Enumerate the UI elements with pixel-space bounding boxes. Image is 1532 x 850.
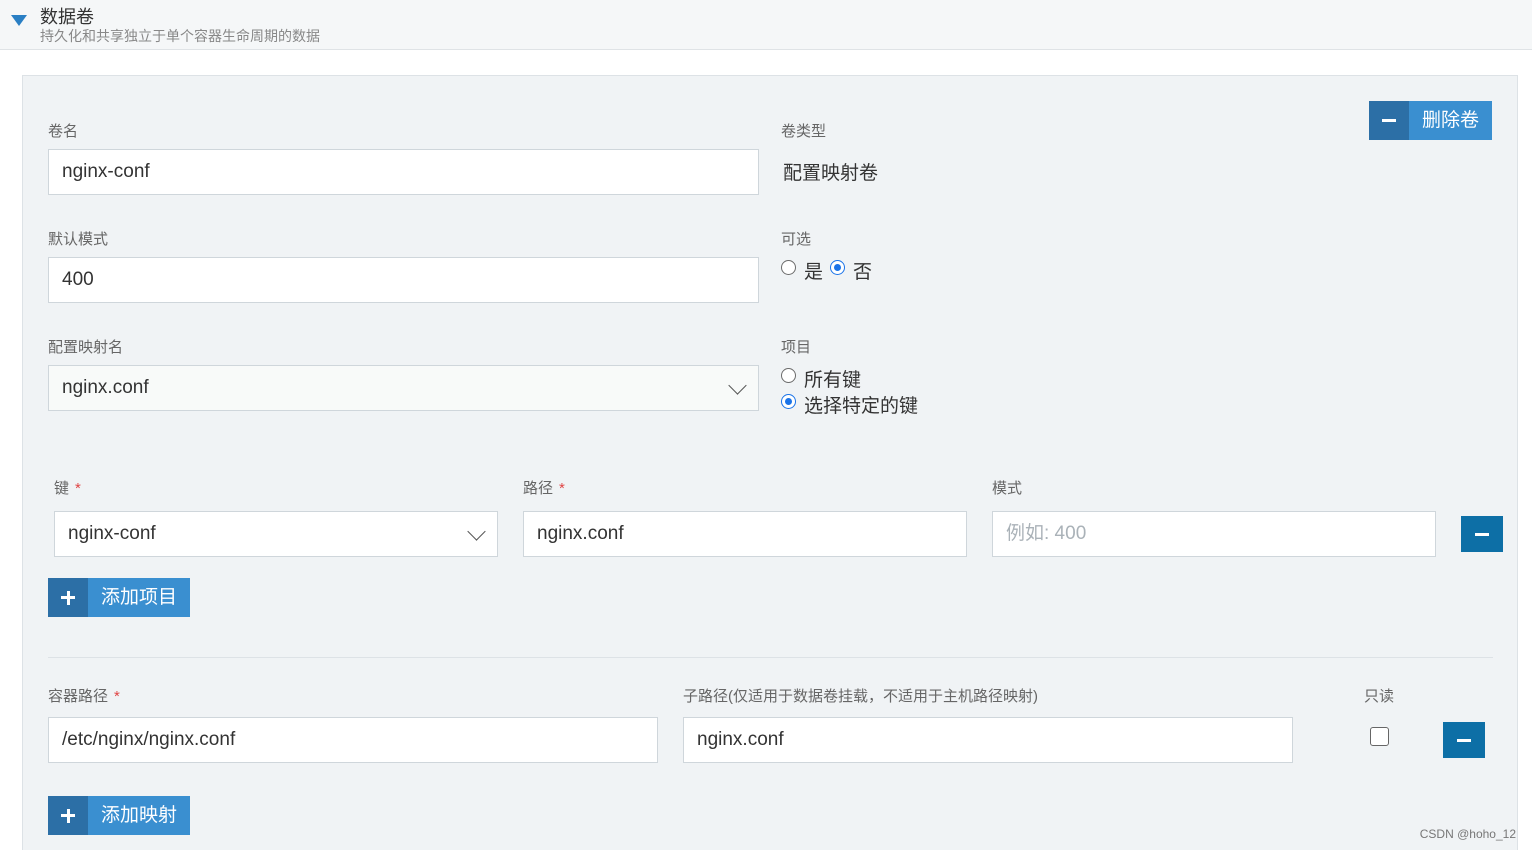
required-mark: * [114, 688, 120, 705]
section-header[interactable]: 数据卷 持久化和共享独立于单个容器生命周期的数据 [0, 0, 1532, 50]
add-mapping-button[interactable]: 添加映射 [48, 796, 191, 835]
readonly-checkbox[interactable] [1370, 727, 1389, 746]
chevron-down-icon [467, 522, 486, 541]
subpath-input[interactable]: nginx.conf [683, 717, 1293, 763]
items-all-keys-label: 所有键 [804, 370, 862, 391]
key-label: 键 * [54, 480, 81, 497]
mode-input[interactable]: 例如: 400 [992, 511, 1436, 557]
minus-icon [1369, 101, 1409, 140]
volume-name-label: 卷名 [48, 123, 79, 140]
path-label: 路径 * [523, 480, 565, 497]
section-subtitle: 持久化和共享独立于单个容器生命周期的数据 [40, 28, 320, 44]
items-all-keys-radio[interactable] [781, 368, 796, 383]
volume-type-label: 卷类型 [781, 123, 827, 140]
key-select[interactable]: nginx-conf [54, 511, 498, 557]
remove-item-button[interactable] [1461, 516, 1503, 552]
required-mark: * [75, 480, 81, 497]
default-mode-input[interactable]: 400 [48, 257, 759, 303]
configmap-name-value: nginx.conf [62, 377, 149, 398]
mode-label: 模式 [992, 480, 1023, 497]
optional-yes-radio[interactable] [781, 260, 796, 275]
configmap-name-label: 配置映射名 [48, 339, 124, 356]
divider [48, 657, 1493, 658]
add-item-button[interactable]: 添加项目 [48, 578, 191, 617]
delete-volume-button[interactable]: 删除卷 [1369, 101, 1493, 140]
add-item-label: 添加项目 [88, 578, 191, 617]
key-select-value: nginx-conf [68, 523, 156, 544]
items-specific-keys-radio[interactable] [781, 394, 796, 409]
watermark: CSDN @hoho_12 [1419, 827, 1516, 841]
volume-type-value: 配置映射卷 [783, 163, 879, 184]
path-input[interactable]: nginx.conf [523, 511, 967, 557]
container-path-label: 容器路径 * [48, 688, 120, 705]
chevron-down-icon [728, 376, 747, 395]
delete-volume-label: 删除卷 [1409, 101, 1493, 140]
configmap-name-select[interactable]: nginx.conf [48, 365, 759, 411]
container-path-input[interactable]: /etc/nginx/nginx.conf [48, 717, 658, 763]
optional-no-radio[interactable] [830, 260, 845, 275]
default-mode-label: 默认模式 [48, 231, 109, 248]
readonly-label: 只读 [1364, 688, 1395, 705]
items-label: 项目 [781, 339, 812, 356]
plus-icon [48, 796, 88, 835]
items-specific-keys-label: 选择特定的键 [804, 396, 919, 417]
required-mark: * [559, 480, 565, 497]
optional-label: 可选 [781, 231, 812, 248]
plus-icon [48, 578, 88, 617]
remove-mapping-button[interactable] [1443, 722, 1485, 758]
optional-no-label: 否 [853, 262, 873, 283]
volume-name-input[interactable]: nginx-conf [48, 149, 759, 195]
collapse-caret-icon[interactable] [11, 15, 27, 26]
subpath-label: 子路径(仅适用于数据卷挂载，不适用于主机路径映射) [683, 688, 1038, 705]
optional-yes-label: 是 [804, 262, 824, 283]
add-mapping-label: 添加映射 [88, 796, 191, 835]
